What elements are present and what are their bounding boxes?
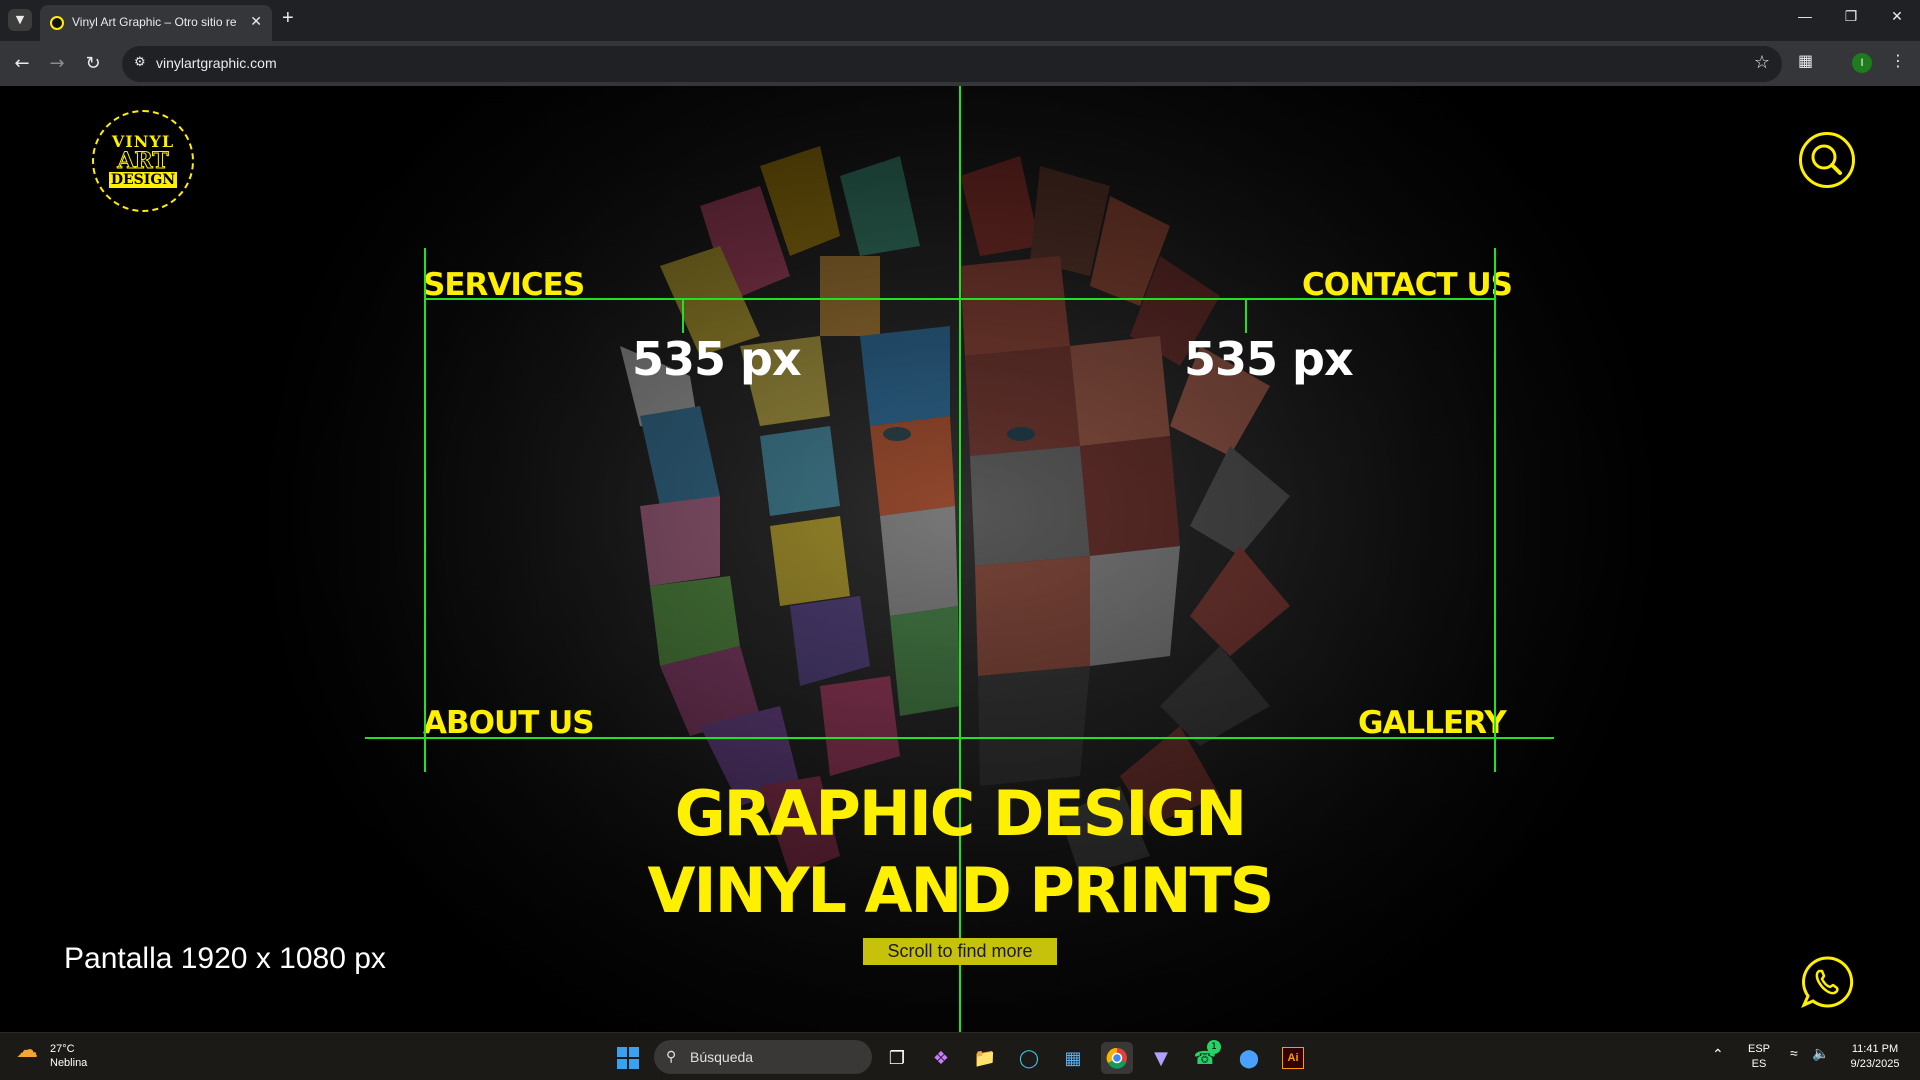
- browser-toolbar: ← → ↻ ⚙ vinylartgraphic.com ☆ ▦ I ⋮: [0, 41, 1920, 86]
- edge-browser-icon[interactable]: ◯: [1013, 1042, 1045, 1074]
- task-view-icon[interactable]: ❐: [881, 1042, 913, 1074]
- minimize-button[interactable]: —: [1790, 8, 1820, 24]
- chrome-icon[interactable]: [1101, 1042, 1133, 1074]
- language-code: ESP: [1748, 1043, 1771, 1055]
- browser-tab-bar: ▼ Vinyl Art Graphic – Otro sitio re ✕ + …: [0, 0, 1920, 41]
- nav-gallery[interactable]: GALLERY: [1358, 708, 1507, 739]
- whatsapp-button[interactable]: [1799, 954, 1855, 1010]
- taskbar-search[interactable]: ⚲ Búsqueda: [654, 1040, 872, 1074]
- bookmark-star-icon[interactable]: ☆: [1754, 52, 1770, 73]
- search-icon: [1811, 144, 1842, 175]
- whatsapp-app-icon[interactable]: ☎ 1: [1189, 1040, 1221, 1074]
- back-button[interactable]: ←: [8, 50, 36, 78]
- fog-weather-icon: ☁: [16, 1037, 38, 1062]
- whatsapp-icon: [1801, 956, 1854, 1008]
- address-bar[interactable]: ⚙ vinylartgraphic.com ☆: [122, 46, 1782, 82]
- profile-avatar[interactable]: I: [1852, 53, 1872, 73]
- reload-button[interactable]: ↻: [79, 50, 107, 78]
- address-url: vinylartgraphic.com: [156, 55, 277, 71]
- clock-date: 9/23/2025: [1850, 1058, 1900, 1070]
- clock[interactable]: 11:41 PM 9/23/2025: [1842, 1042, 1908, 1072]
- keyboard-layout: ES: [1751, 1058, 1767, 1070]
- network-icon[interactable]: ≈: [1790, 1046, 1798, 1061]
- site-favicon-icon: [50, 16, 64, 30]
- tab-search-button[interactable]: ▼: [8, 9, 32, 31]
- browser-menu-icon[interactable]: ⋮: [1890, 51, 1906, 70]
- logo-line-3: DESIGN: [108, 172, 178, 188]
- window-close-button[interactable]: ✕: [1882, 8, 1912, 25]
- website-viewport: VINYL ART DESIGN SERVICES CONTACT US ABO…: [0, 86, 1920, 1032]
- tray-chevron-icon[interactable]: ⌃: [1712, 1047, 1724, 1062]
- nav-contact-us[interactable]: CONTACT US: [1302, 270, 1513, 301]
- microsoft-store-icon[interactable]: ▦: [1057, 1042, 1089, 1074]
- illustrator-icon[interactable]: Ai: [1277, 1042, 1309, 1074]
- search-button[interactable]: [1799, 132, 1855, 188]
- taskbar-search-placeholder: Búsqueda: [690, 1049, 754, 1065]
- volume-icon[interactable]: 🔈: [1812, 1046, 1829, 1061]
- screen-size-label: Pantalla 1920 x 1080 px: [64, 942, 386, 975]
- left-measure-label: 535 px: [632, 332, 802, 386]
- hero-title-line-2: VINYL AND PRINTS: [647, 854, 1275, 927]
- nav-about-us[interactable]: ABOUT US: [423, 708, 595, 739]
- weather-temp: 27°C: [50, 1043, 75, 1055]
- tab-close-icon[interactable]: ✕: [250, 13, 262, 30]
- weather-desc: Neblina: [50, 1057, 88, 1069]
- copilot-icon[interactable]: ❖: [925, 1042, 957, 1074]
- hero-title-line-1: GRAPHIC DESIGN: [674, 777, 1247, 850]
- vpn-app-icon[interactable]: ▼: [1145, 1042, 1177, 1074]
- language-indicator[interactable]: ESP ES: [1748, 1042, 1770, 1072]
- site-logo[interactable]: VINYL ART DESIGN: [92, 110, 194, 212]
- windows-taskbar: ☁ 27°C Neblina ⚲ Búsqueda ❐ ❖ 📁 ◯ ▦ ▼ ☎ 1…: [0, 1032, 1920, 1080]
- tab-title: Vinyl Art Graphic – Otro sitio re: [72, 15, 237, 29]
- site-info-icon[interactable]: ⚙: [134, 55, 152, 73]
- clock-time: 11:41 PM: [1851, 1043, 1899, 1055]
- right-measure-label: 535 px: [1184, 332, 1354, 386]
- restore-button[interactable]: ❐: [1836, 8, 1866, 25]
- app-icon[interactable]: ⬤: [1233, 1042, 1265, 1074]
- file-explorer-icon[interactable]: 📁: [969, 1042, 1001, 1074]
- windows-start-icon[interactable]: [612, 1042, 644, 1074]
- forward-button[interactable]: →: [43, 50, 71, 78]
- new-tab-button[interactable]: +: [282, 7, 294, 30]
- browser-tab[interactable]: Vinyl Art Graphic – Otro sitio re ✕: [40, 5, 272, 41]
- scroll-button[interactable]: Scroll to find more: [863, 938, 1057, 965]
- extensions-icon[interactable]: ▦: [1798, 51, 1813, 70]
- nav-services[interactable]: SERVICES: [423, 270, 585, 301]
- logo-line-2: ART: [117, 148, 169, 174]
- search-icon: ⚲: [666, 1048, 677, 1064]
- whatsapp-badge: 1: [1207, 1040, 1221, 1054]
